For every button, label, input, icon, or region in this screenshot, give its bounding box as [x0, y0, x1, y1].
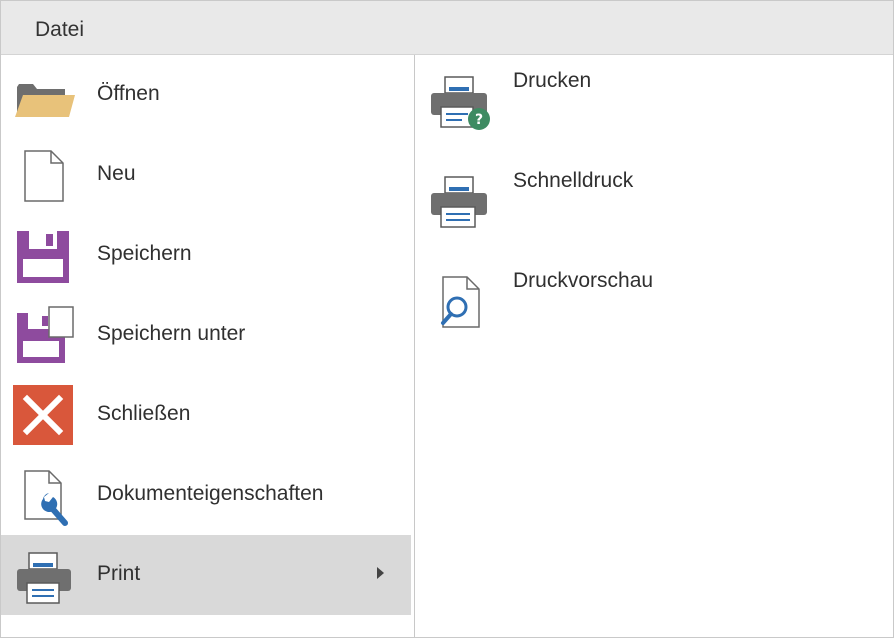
menu-item-close[interactable]: Schließen [1, 375, 411, 455]
menu-item-print[interactable]: Print [1, 535, 411, 615]
floppy-disk-icon [13, 225, 75, 287]
svg-text:?: ? [475, 112, 483, 128]
menu-bar: Datei [1, 1, 893, 55]
menu-item-label: Speichern [97, 242, 192, 265]
menu-item-open[interactable]: Öffnen [1, 55, 411, 135]
file-menu-title[interactable]: Datei [35, 18, 84, 42]
save-as-icon [13, 305, 75, 367]
document-properties-icon [13, 465, 75, 527]
submenu-item-label: Druckvorschau [513, 269, 654, 292]
menu-item-new[interactable]: Neu [1, 135, 411, 215]
menu-item-label: Öffnen [97, 82, 160, 105]
close-icon [13, 385, 75, 447]
menu-item-save-as[interactable]: Speichern unter [1, 295, 411, 375]
submenu-item-print-preview[interactable]: Druckvorschau [415, 255, 885, 351]
menu-item-document-properties[interactable]: Dokumenteigenschaften [1, 455, 411, 535]
print-submenu-panel: ? Drucken Schnelldruck Druckvorschau [415, 55, 893, 637]
submenu-item-print[interactable]: ? Drucken [415, 55, 885, 151]
quick-print-icon [427, 173, 493, 239]
print-preview-icon [427, 273, 493, 339]
folder-open-icon [13, 65, 75, 127]
menu-item-label: Neu [97, 162, 136, 185]
printer-icon [13, 545, 75, 607]
file-menu-panel: Öffnen Neu Speichern Speichern unter Sch… [1, 55, 413, 637]
menu-item-label: Schließen [97, 402, 191, 425]
menu-item-label: Print [97, 562, 141, 585]
submenu-arrow-icon [377, 567, 384, 579]
submenu-item-label: Drucken [513, 69, 592, 92]
menu-item-save[interactable]: Speichern [1, 215, 411, 295]
submenu-item-label: Schnelldruck [513, 169, 634, 192]
new-document-icon [13, 145, 75, 207]
menu-item-label: Speichern unter [97, 322, 246, 345]
menu-item-label: Dokumenteigenschaften [97, 482, 324, 505]
print-dialog-icon: ? [427, 73, 493, 139]
submenu-item-quick-print[interactable]: Schnelldruck [415, 155, 885, 251]
